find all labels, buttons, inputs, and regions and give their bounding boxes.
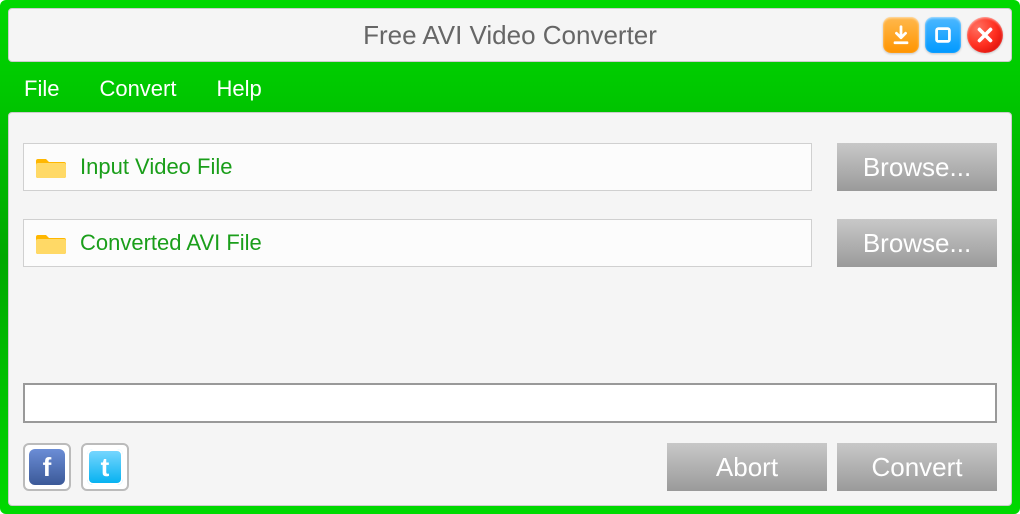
menu-convert[interactable]: Convert — [99, 76, 176, 102]
input-file-row: Input Video File Browse... — [23, 143, 997, 191]
titlebar: Free AVI Video Converter — [8, 8, 1012, 62]
close-icon — [974, 24, 996, 46]
app-window: Free AVI Video Converter File Convert He… — [0, 0, 1020, 514]
output-file-field[interactable]: Converted AVI File — [23, 219, 812, 267]
input-file-label: Input Video File — [80, 154, 232, 180]
twitter-icon: t — [87, 449, 123, 485]
content-area: Input Video File Browse... Converted AVI… — [8, 112, 1012, 506]
input-file-field[interactable]: Input Video File — [23, 143, 812, 191]
twitter-button[interactable]: t — [81, 443, 129, 491]
browse-output-button[interactable]: Browse... — [837, 219, 997, 267]
browse-input-button[interactable]: Browse... — [837, 143, 997, 191]
convert-button[interactable]: Convert — [837, 443, 997, 491]
output-file-label: Converted AVI File — [80, 230, 262, 256]
facebook-icon: f — [29, 449, 65, 485]
app-title: Free AVI Video Converter — [363, 20, 657, 51]
progress-bar — [23, 383, 997, 423]
facebook-button[interactable]: f — [23, 443, 71, 491]
window-controls — [883, 17, 1003, 53]
menu-file[interactable]: File — [24, 76, 59, 102]
minimize-button[interactable] — [883, 17, 919, 53]
folder-icon — [36, 155, 66, 179]
abort-button[interactable]: Abort — [667, 443, 827, 491]
download-icon — [890, 24, 912, 46]
maximize-icon — [932, 24, 954, 46]
folder-icon — [36, 231, 66, 255]
bottom-row: f t Abort Convert — [23, 443, 997, 491]
output-file-row: Converted AVI File Browse... — [23, 219, 997, 267]
menu-help[interactable]: Help — [217, 76, 262, 102]
close-button[interactable] — [967, 17, 1003, 53]
menubar: File Convert Help — [8, 68, 1012, 112]
maximize-button[interactable] — [925, 17, 961, 53]
